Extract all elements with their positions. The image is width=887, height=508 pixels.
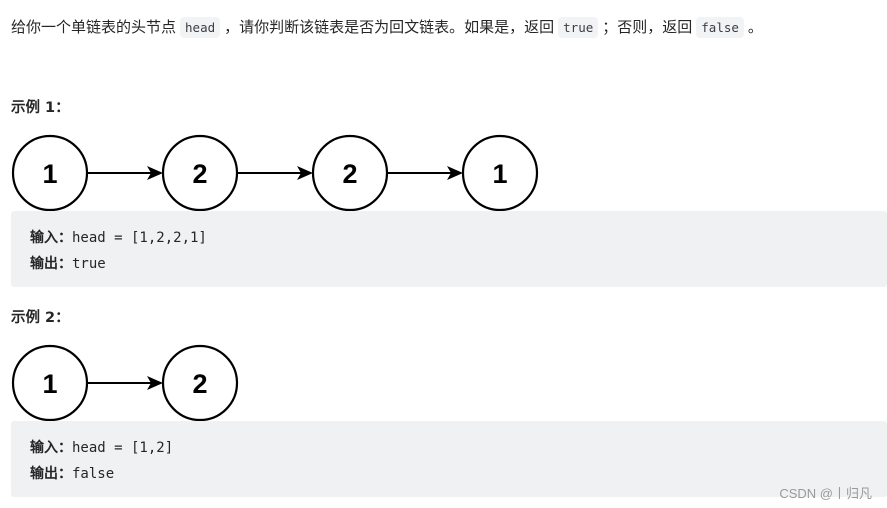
- node-value: 2: [192, 159, 207, 189]
- list-node: 1: [461, 134, 539, 212]
- node-value: 2: [192, 369, 207, 399]
- input-line: 输入：head = [1,2,2,1]: [30, 225, 887, 251]
- output-label: 输出：: [30, 466, 72, 482]
- problem-description: 给你一个单链表的头节点 head ，请你判断该链表是否为回文链表。如果是，返回 tru…: [11, 15, 763, 40]
- list-node: 1: [11, 344, 89, 422]
- output-value: false: [72, 466, 115, 482]
- example-2-title: 示例 2：: [11, 310, 70, 326]
- node-value: 1: [492, 159, 507, 189]
- output-line: 输出：false: [30, 461, 887, 487]
- node-value: 1: [42, 369, 57, 399]
- example-1-title: 示例 1：: [11, 100, 70, 116]
- description-text: 。: [747, 18, 763, 36]
- node-value: 1: [42, 159, 57, 189]
- output-value: true: [72, 256, 106, 272]
- input-value: head = [1,2]: [72, 440, 174, 456]
- input-value: head = [1,2,2,1]: [72, 230, 207, 246]
- node-value: 2: [342, 159, 357, 189]
- list-node: 1: [11, 134, 89, 212]
- list-node: 2: [161, 134, 239, 212]
- output-label: 输出：: [30, 256, 72, 272]
- description-text: ，请你判断该链表是否为回文链表。如果是，返回: [224, 18, 555, 36]
- input-label: 输入：: [30, 440, 72, 456]
- watermark: CSDN @丨归凡: [779, 486, 872, 501]
- inline-code-false: false: [696, 17, 744, 38]
- description-text: 给你一个单链表的头节点: [11, 18, 177, 36]
- list-node: 2: [161, 344, 239, 422]
- linked-list-diagram-2: 12: [11, 344, 239, 422]
- example-2-code-block: 输入：head = [1,2] 输出：false: [11, 421, 887, 497]
- linked-list-diagram-1: 1 2 2 1: [11, 134, 539, 212]
- inline-code-true: true: [558, 17, 599, 38]
- description-text: ；否则，返回: [602, 18, 693, 36]
- inline-code-head: head: [180, 17, 221, 38]
- input-line: 输入：head = [1,2]: [30, 435, 887, 461]
- output-line: 输出：true: [30, 251, 887, 277]
- input-label: 输入：: [30, 230, 72, 246]
- list-node: 2: [311, 134, 389, 212]
- example-1-code-block: 输入：head = [1,2,2,1] 输出：true: [11, 211, 887, 287]
